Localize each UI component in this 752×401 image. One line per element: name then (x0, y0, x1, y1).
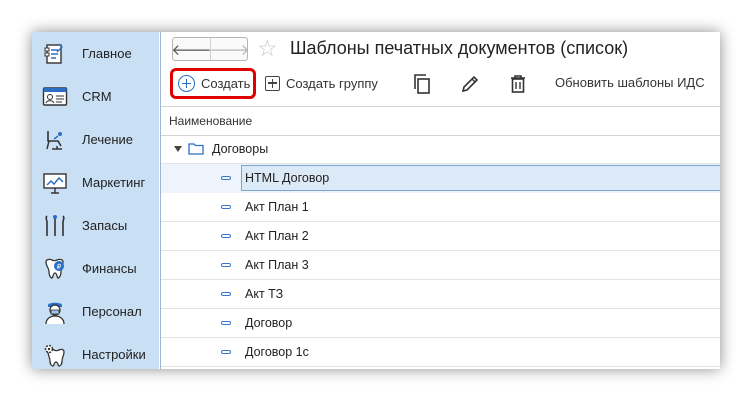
doctor-icon (42, 299, 68, 325)
copy-icon (414, 74, 430, 94)
table-row[interactable]: Акт План 3 (161, 251, 720, 280)
item-icon (221, 176, 231, 180)
toolbar: Создать Создать группу Обновить шаблоны … (161, 67, 720, 101)
app-window: Главное CRM Лечение Маркетинг Запасы ₽ Ф… (32, 32, 720, 369)
main-panel: 🡐 🡒 ☆ Шаблоны печатных документов (списо… (160, 32, 720, 369)
sidebar-item-main[interactable]: Главное (32, 32, 159, 75)
add-circle-icon (178, 75, 195, 92)
dental-chair-icon (42, 127, 68, 153)
item-icon (221, 205, 231, 209)
sidebar-item-settings[interactable]: Настройки (32, 333, 159, 369)
item-icon (221, 234, 231, 238)
sidebar: Главное CRM Лечение Маркетинг Запасы ₽ Ф… (32, 32, 159, 369)
column-header[interactable]: Наименование (161, 106, 720, 136)
create-group-button[interactable]: Создать группу (265, 73, 378, 93)
dental-tools-icon (42, 213, 68, 239)
sidebar-item-label: Маркетинг (82, 175, 146, 190)
table-row[interactable]: Договор (161, 309, 720, 338)
edit-button[interactable] (458, 72, 482, 96)
row-label: Акт План 1 (245, 200, 309, 214)
add-square-icon (265, 75, 280, 91)
folder-icon (188, 143, 204, 155)
document-list-icon (42, 41, 68, 67)
group-row[interactable]: Договоры (161, 135, 720, 164)
svg-text:₽: ₽ (57, 263, 62, 271)
item-icon (221, 263, 231, 267)
create-button[interactable]: Создать (170, 68, 256, 99)
item-icon (221, 350, 231, 354)
table-row[interactable]: Договор 1с (161, 338, 720, 367)
tooth-gear-icon (42, 342, 68, 368)
create-button-label: Создать (201, 76, 251, 91)
sidebar-item-label: CRM (82, 89, 112, 104)
trash-icon (511, 75, 525, 93)
sidebar-item-stock[interactable]: Запасы (32, 204, 159, 247)
id-card-icon (42, 84, 68, 110)
nav-buttons: 🡐 🡒 (171, 37, 250, 61)
back-button[interactable]: 🡐 (171, 38, 212, 60)
table-row[interactable]: HTML Договор (161, 164, 720, 193)
sidebar-item-label: Персонал (82, 304, 142, 319)
sidebar-item-treatment[interactable]: Лечение (32, 118, 159, 161)
forward-button[interactable]: 🡒 (209, 38, 250, 60)
row-label: Акт План 2 (245, 229, 309, 243)
table-row[interactable]: Акт План 1 (161, 193, 720, 222)
sidebar-item-finance[interactable]: ₽ Финансы (32, 247, 159, 290)
expand-triangle-icon[interactable] (174, 146, 182, 152)
create-group-label: Создать группу (286, 75, 378, 91)
item-icon (221, 292, 231, 296)
page-title: Шаблоны печатных документов (список) (290, 38, 629, 58)
group-label: Договоры (212, 142, 269, 156)
row-label: HTML Договор (245, 171, 330, 185)
arrow-right-icon: 🡒 (209, 41, 250, 59)
presentation-board-icon (42, 170, 68, 196)
sidebar-item-label: Финансы (82, 261, 137, 276)
sidebar-item-marketing[interactable]: Маркетинг (32, 161, 159, 204)
arrow-left-icon: 🡐 (171, 41, 212, 59)
sidebar-item-staff[interactable]: Персонал (32, 290, 159, 333)
copy-button[interactable] (410, 72, 434, 96)
tooth-coin-icon: ₽ (42, 256, 68, 282)
pencil-icon (461, 75, 479, 93)
sidebar-item-crm[interactable]: CRM (32, 75, 159, 118)
update-templates-button[interactable]: Обновить шаблоны ИДС (555, 75, 705, 90)
row-label: Акт ТЗ (245, 287, 284, 301)
row-label: Договор (245, 316, 293, 330)
favorite-star-icon[interactable]: ☆ (257, 35, 278, 61)
sidebar-item-label: Настройки (82, 347, 146, 362)
table-row[interactable]: Акт ТЗ (161, 280, 720, 309)
sidebar-item-label: Главное (82, 46, 132, 61)
sidebar-item-label: Запасы (82, 218, 128, 233)
sidebar-item-label: Лечение (82, 132, 134, 147)
row-label: Договор 1с (245, 345, 309, 359)
column-header-name: Наименование (169, 114, 253, 128)
row-label: Акт План 3 (245, 258, 309, 272)
delete-button[interactable] (506, 72, 530, 96)
item-icon (221, 321, 231, 325)
table-row[interactable]: Акт План 2 (161, 222, 720, 251)
